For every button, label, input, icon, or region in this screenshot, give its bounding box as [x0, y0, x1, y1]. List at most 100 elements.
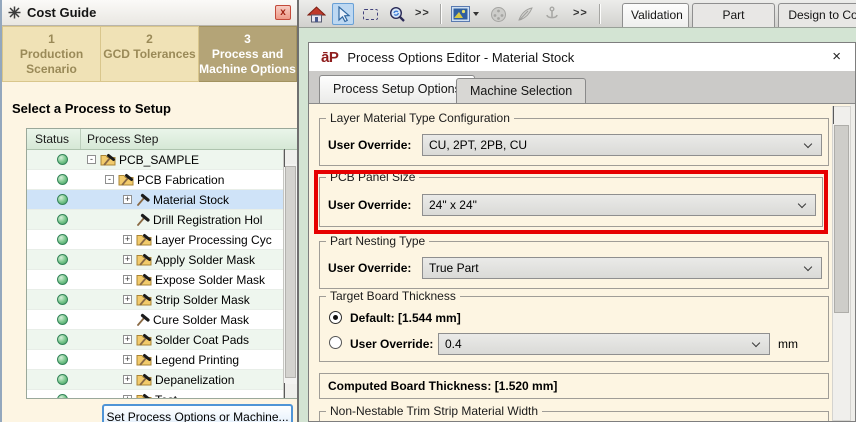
scrollbar-thumb[interactable] [834, 125, 849, 313]
status-cell [27, 390, 81, 398]
part-nesting-dropdown[interactable]: True Part [422, 257, 822, 279]
expander-icon[interactable]: + [123, 375, 132, 384]
table-row[interactable]: + Solder Coat Pads [27, 330, 284, 350]
sphere-icon [490, 6, 506, 22]
group-legend: Layer Material Type Configuration [326, 111, 514, 125]
thickness-override-dropdown[interactable]: 0.4 [438, 333, 770, 355]
table-row[interactable]: + Legend Printing [27, 350, 284, 370]
group-legend: Target Board Thickness [326, 289, 460, 303]
cost-guide-titlebar: Cost Guide x [2, 0, 297, 26]
process-step-label: Expose Solder Mask [155, 272, 266, 287]
process-group-icon [136, 393, 152, 398]
table-row[interactable]: + Apply Solder Mask [27, 250, 284, 270]
expander-icon[interactable]: + [123, 195, 132, 204]
status-cell [27, 190, 81, 209]
user-override-radio[interactable] [329, 336, 342, 349]
expander-icon[interactable]: + [123, 275, 132, 284]
dialog-close-button[interactable]: × [832, 48, 841, 65]
user-override-label: User Override: [350, 337, 434, 351]
scroll-up-button[interactable] [833, 106, 850, 124]
expander-icon[interactable]: + [123, 395, 132, 398]
tab-design-to-cost[interactable]: Design to Co [778, 3, 856, 27]
table-row[interactable]: + Expose Solder Mask [27, 270, 284, 290]
computed-board-thickness-text: Computed Board Thickness: [1.520 mm] [328, 379, 558, 393]
tree-heading: Select a Process to Setup [12, 101, 171, 116]
image-capture-button[interactable] [450, 3, 480, 25]
anchor-tool-button[interactable] [541, 3, 563, 25]
step-number: 3 [244, 32, 251, 46]
step-label: GCD Tolerances [103, 47, 196, 61]
feather-icon [517, 7, 533, 21]
target-board-thickness-group: Target Board Thickness Default: [1.544 m… [319, 289, 829, 362]
select-cursor-button[interactable] [332, 3, 354, 25]
table-row[interactable]: Drill Registration Hol [27, 210, 284, 230]
tab-validation[interactable]: Validation [622, 3, 689, 27]
table-row[interactable]: - PCB Fabrication [27, 170, 284, 190]
status-ok-icon [57, 294, 68, 305]
sphere-tool-button[interactable] [487, 3, 509, 25]
tab-machine-selection[interactable]: Machine Selection [456, 78, 587, 103]
pcb-panel-size-dropdown[interactable]: 24" x 24" [422, 194, 816, 216]
expander-icon[interactable]: - [105, 175, 114, 184]
default-radio[interactable] [329, 311, 342, 324]
layer-material-dropdown[interactable]: CU, 2PT, 2PB, CU [422, 134, 822, 156]
status-cell [27, 150, 81, 169]
group-legend: Non-Nestable Trim Strip Material Width [326, 404, 543, 418]
status-cell [27, 290, 81, 309]
chevron-up-icon [833, 106, 834, 124]
status-ok-icon [57, 394, 68, 398]
status-ok-icon [57, 334, 68, 345]
app-window: >> >> Validation Part Summary Design to … [0, 0, 856, 422]
dialog-scrollbar[interactable] [832, 106, 851, 421]
tab-part-summary[interactable]: Part Summary [692, 3, 775, 27]
expander-icon[interactable]: + [123, 255, 132, 264]
table-row-selected[interactable]: + Material Stock [27, 190, 284, 210]
status-cell [27, 310, 81, 329]
table-row[interactable]: + Strip Solder Mask [27, 290, 284, 310]
table-row[interactable]: Cure Solder Mask [27, 310, 284, 330]
table-row[interactable]: + Depanelization [27, 370, 284, 390]
process-step-label: Test [155, 393, 177, 399]
tab-process-setup-options[interactable]: Process Setup Options [319, 75, 475, 103]
step-tab-production-scenario[interactable]: 1 Production Scenario [2, 26, 101, 82]
status-ok-icon [57, 374, 68, 385]
scrollbar-thumb[interactable] [285, 166, 296, 378]
unit-label: mm [778, 337, 798, 351]
marquee-select-button[interactable] [359, 3, 381, 25]
scroll-up-button[interactable] [284, 149, 297, 167]
status-ok-icon [57, 314, 68, 325]
expander-icon[interactable]: + [123, 235, 132, 244]
expander-icon[interactable]: + [123, 295, 132, 304]
step-tab-gcd-tolerances[interactable]: 2 GCD Tolerances [101, 26, 199, 82]
step-tab-process-machine-options[interactable]: 3 Process and Machine Options [199, 26, 297, 82]
toolbar-overflow-button-2[interactable]: >> [573, 7, 588, 19]
table-row[interactable]: + Layer Processing Cyc [27, 230, 284, 250]
set-process-options-button[interactable]: Set Process Options or Machine... [102, 404, 293, 422]
status-ok-icon [57, 154, 68, 165]
chevron-down-icon [751, 338, 761, 348]
column-header-status: Status [27, 129, 81, 149]
table-row[interactable]: + Test [27, 390, 284, 399]
expander-icon[interactable]: + [123, 355, 132, 364]
status-cell [27, 250, 81, 269]
process-group-icon [136, 333, 152, 346]
status-cell [27, 370, 81, 389]
process-step-icon [136, 313, 150, 326]
scroll-down-button[interactable] [284, 383, 297, 398]
toolbar-overflow-button[interactable]: >> [415, 7, 430, 19]
expander-icon[interactable]: + [123, 335, 132, 344]
table-row[interactable]: - PCB_SAMPLE [27, 150, 284, 170]
panel-title: Cost Guide [27, 5, 97, 20]
feather-tool-button[interactable] [514, 3, 536, 25]
home-button[interactable] [305, 3, 327, 25]
zoom-button[interactable] [386, 3, 408, 25]
status-ok-icon [57, 274, 68, 285]
step-label: Process and Machine Options [199, 47, 296, 76]
status-ok-icon [57, 354, 68, 365]
expander-icon[interactable]: - [87, 155, 96, 164]
user-override-label: User Override: [328, 261, 412, 275]
process-step-label: Depanelization [155, 372, 235, 387]
panel-divider[interactable] [297, 0, 299, 422]
panel-close-button[interactable]: x [275, 5, 291, 20]
tree-scrollbar[interactable] [283, 149, 297, 398]
